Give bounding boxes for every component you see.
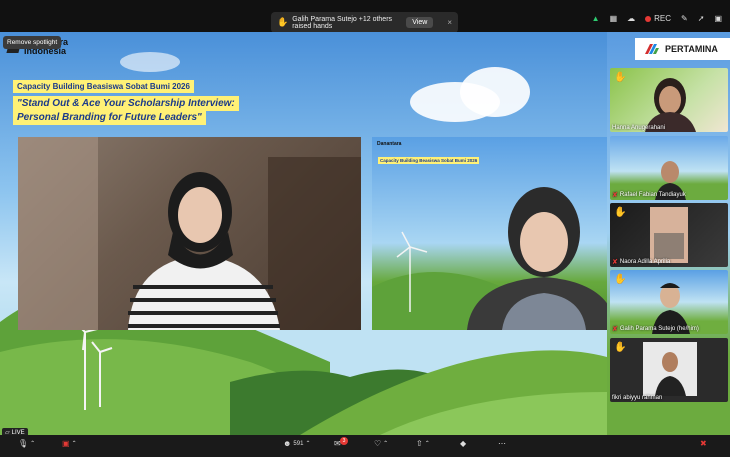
recording-indicator[interactable]: REC xyxy=(645,14,671,23)
raised-hand-icon: ✋ xyxy=(277,17,289,27)
raised-hands-text: Galih Parama Sutejo +12 others raised ha… xyxy=(292,15,393,30)
participant-name: ✘ Rafael Fabian Tandiayuk xyxy=(612,192,686,199)
headline-line2: Personal Branding for Future Leaders" xyxy=(13,110,206,125)
participant-name: fikri abiyyu rahman xyxy=(612,395,663,401)
participants-button[interactable]: ☻ 591 ⌃ xyxy=(283,439,310,448)
pertamina-wordmark: PERTAMINA xyxy=(665,44,718,54)
participant-tile[interactable]: ✋ fikri abiyyu rahman xyxy=(610,338,728,402)
leave-icon: ✖ xyxy=(700,439,707,448)
raised-hand-icon: ✋ xyxy=(614,274,627,285)
share-icon[interactable]: ➚ xyxy=(698,14,705,23)
view-raised-hands-button[interactable]: View xyxy=(406,17,434,28)
raised-hand-icon: ✋ xyxy=(614,72,627,83)
share-screen-icon: ⇧ xyxy=(416,439,423,448)
speaker-2-figure xyxy=(372,187,607,330)
participant-tile[interactable]: ✋ ✘ Naora Adilla Aprilia xyxy=(610,203,728,267)
mini-event-title: Capacity Building Beasiswa Sobat Bumi 20… xyxy=(378,157,480,164)
bottom-toolbar: 🎙 ⌃ ▣ ⌃ ☻ 591 ⌃ ✉ ⌃ ♡ ⌃ ⇧ ⌃ ◆ ⋯ xyxy=(0,435,730,457)
chevron-up-icon[interactable]: ⌃ xyxy=(72,440,77,447)
participants-count: 591 xyxy=(293,440,304,447)
participant-5-figure xyxy=(643,342,697,396)
spotlight-video-speaker-2[interactable]: Danantara Capacity Building Beasiswa Sob… xyxy=(372,137,607,330)
raised-hand-icon: ✋ xyxy=(614,342,627,353)
grid-icon[interactable]: ▦ xyxy=(610,14,618,23)
heart-icon: ♡ xyxy=(374,439,382,448)
headline-line1: "Stand Out & Ace Your Scholarship Interv… xyxy=(13,96,239,111)
participants-icon: ☻ xyxy=(283,439,292,448)
pencil-icon[interactable]: ✎ xyxy=(681,14,688,23)
raised-hands-notification: ✋ Galih Parama Sutejo +12 others raised … xyxy=(271,12,458,33)
chevron-up-icon[interactable]: ⌃ xyxy=(30,440,35,447)
zoom-window: ✋ Galih Parama Sutejo +12 others raised … xyxy=(0,0,730,457)
muted-mic-icon: ✘ xyxy=(612,259,618,266)
shield-icon[interactable]: ▲ xyxy=(592,14,600,23)
microphone-icon: 🎙 xyxy=(18,439,29,448)
participant-name: Hanna Anugerahani xyxy=(612,125,666,131)
leave-button[interactable]: ✖ xyxy=(700,439,707,448)
host-tools-button[interactable]: ◆ xyxy=(460,439,466,448)
speaker-1-figure xyxy=(18,137,361,330)
participant-name: ✘ Naora Adilla Aprilia xyxy=(612,259,671,266)
rec-label: REC xyxy=(654,14,672,23)
mini-danantara-logo: Danantara xyxy=(377,141,402,147)
chat-unread-badge: 3 xyxy=(340,437,348,445)
video-button[interactable]: ▣ ⌃ xyxy=(62,439,77,448)
pertamina-logo: PERTAMINA xyxy=(635,38,730,60)
close-icon[interactable]: × xyxy=(447,18,452,27)
share-screen-button[interactable]: ⇧ ⌃ xyxy=(416,439,430,448)
more-button[interactable]: ⋯ xyxy=(498,439,506,448)
chevron-up-icon[interactable]: ⌃ xyxy=(305,440,310,447)
pertamina-mark-icon xyxy=(645,44,659,54)
raised-hand-icon: ✋ xyxy=(614,207,627,218)
shield-icon: ◆ xyxy=(460,439,467,448)
participant-tile[interactable]: ✋ ✘ Galih Parama Sutejo (he/him) xyxy=(610,270,728,334)
event-title: Capacity Building Beasiswa Sobat Bumi 20… xyxy=(13,80,194,93)
participant-tile[interactable]: ✘ Rafael Fabian Tandiayuk xyxy=(610,136,728,200)
microphone-button[interactable]: 🎙 ⌃ xyxy=(18,439,35,448)
cloud-icon[interactable]: ☁ xyxy=(627,14,635,23)
spotlight-video-speaker-1[interactable] xyxy=(18,137,361,330)
record-dot-icon xyxy=(645,15,652,22)
participant-tile[interactable]: ✋ Hanna Anugerahani xyxy=(610,68,728,132)
muted-mic-icon: ✘ xyxy=(612,192,618,199)
top-right-controls: ▲ ▦ ☁ REC ✎ ➚ ▣ xyxy=(592,14,722,23)
chevron-up-icon[interactable]: ⌃ xyxy=(383,440,388,447)
camera-off-icon: ▣ xyxy=(62,439,70,448)
remove-spotlight-button[interactable]: Remove spotlight xyxy=(3,36,62,49)
muted-mic-icon: ✘ xyxy=(612,326,618,333)
reactions-button[interactable]: ♡ ⌃ xyxy=(374,439,388,448)
chevron-up-icon[interactable]: ⌃ xyxy=(425,440,430,447)
participant-1-figure xyxy=(645,78,696,132)
window-icon[interactable]: ▣ xyxy=(714,14,722,23)
top-bar: ✋ Galih Parama Sutejo +12 others raised … xyxy=(0,0,730,33)
participant-name: ✘ Galih Parama Sutejo (he/him) xyxy=(612,326,699,333)
more-icon: ⋯ xyxy=(498,439,506,448)
